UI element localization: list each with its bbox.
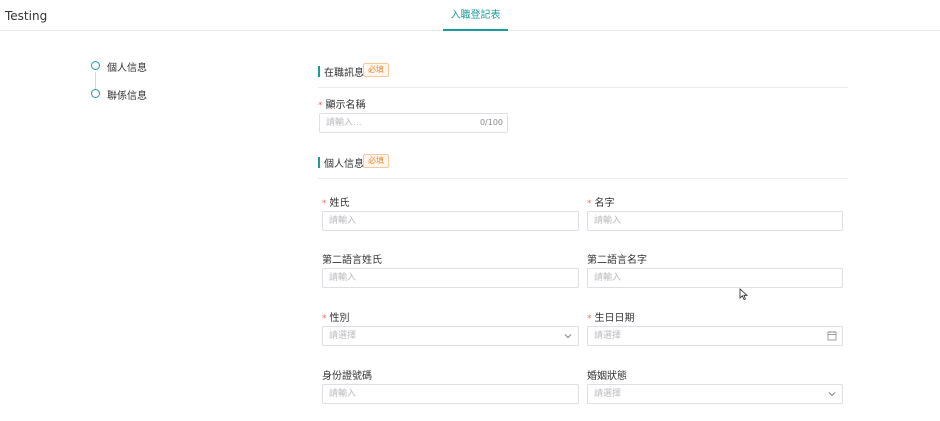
required-mark: * <box>587 314 592 324</box>
section-personal-info: 個人信息 必填 <box>318 152 848 179</box>
second-surname-input[interactable]: 請輸入 <box>322 268 579 288</box>
calendar-icon <box>827 331 837 341</box>
top-bar: Testing 入職登記表 <box>0 0 940 31</box>
display-name-label: * 顯示名稱 <box>318 100 366 111</box>
birthday-date-picker[interactable]: 請選擇 <box>587 326 843 346</box>
section-accent-bar <box>318 157 320 168</box>
surname-input[interactable]: 請輸入 <box>322 211 579 231</box>
id-number-placeholder: 請輸入 <box>329 389 357 399</box>
gender-label: * 性別 <box>322 313 350 324</box>
surname-label: * 姓氏 <box>322 198 350 209</box>
gender-placeholder: 請選擇 <box>329 331 357 341</box>
step-item-personal-info[interactable]: 個人信息 <box>90 58 210 74</box>
mouse-pointer-icon <box>739 288 749 301</box>
required-mark: * <box>587 199 592 209</box>
section-employment: 在職訊息 必填 <box>318 61 848 88</box>
id-number-label: 身份證號碼 <box>322 371 372 382</box>
step-circle-icon <box>91 89 100 98</box>
required-badge: 必填 <box>363 63 389 77</box>
step-circle-icon <box>91 61 100 70</box>
step-label: 個人信息 <box>107 63 147 74</box>
birthday-label: * 生日日期 <box>587 313 635 324</box>
second-given-name-label: 第二語言名字 <box>587 255 647 266</box>
marital-status-label: 婚姻狀態 <box>587 371 627 382</box>
gender-select[interactable]: 請選擇 <box>322 326 579 346</box>
second-given-name-placeholder: 請輸入 <box>594 273 622 283</box>
section-title: 個人信息 <box>324 159 364 170</box>
given-name-label: * 名字 <box>587 198 615 209</box>
display-name-input[interactable]: 請輸入... 0/100 <box>319 113 508 133</box>
required-mark: * <box>318 101 323 111</box>
second-given-name-input[interactable]: 請輸入 <box>587 268 843 288</box>
chevron-down-icon <box>828 392 836 397</box>
character-count: 0/100 <box>479 118 503 127</box>
given-name-placeholder: 請輸入 <box>594 216 622 226</box>
marital-status-select[interactable]: 請選擇 <box>587 384 843 404</box>
section-title: 在職訊息 <box>324 68 364 79</box>
second-surname-placeholder: 請輸入 <box>329 273 357 283</box>
birthday-placeholder: 請選擇 <box>594 331 622 341</box>
step-item-contact-info[interactable]: 聯係信息 <box>90 86 210 102</box>
id-number-input[interactable]: 請輸入 <box>322 384 579 404</box>
app-title: Testing <box>5 9 48 23</box>
given-name-input[interactable]: 請輸入 <box>587 211 843 231</box>
chevron-down-icon <box>564 334 572 339</box>
tab-onboarding-form[interactable]: 入職登記表 <box>443 0 508 31</box>
second-surname-label: 第二語言姓氏 <box>322 255 382 266</box>
required-badge: 必填 <box>363 154 389 168</box>
step-label: 聯係信息 <box>107 91 147 102</box>
required-mark: * <box>322 314 327 324</box>
required-mark: * <box>322 199 327 209</box>
section-accent-bar <box>318 66 320 77</box>
display-name-placeholder: 請輸入... <box>326 118 362 128</box>
marital-status-placeholder: 請選擇 <box>594 389 622 399</box>
surname-placeholder: 請輸入 <box>329 216 357 226</box>
